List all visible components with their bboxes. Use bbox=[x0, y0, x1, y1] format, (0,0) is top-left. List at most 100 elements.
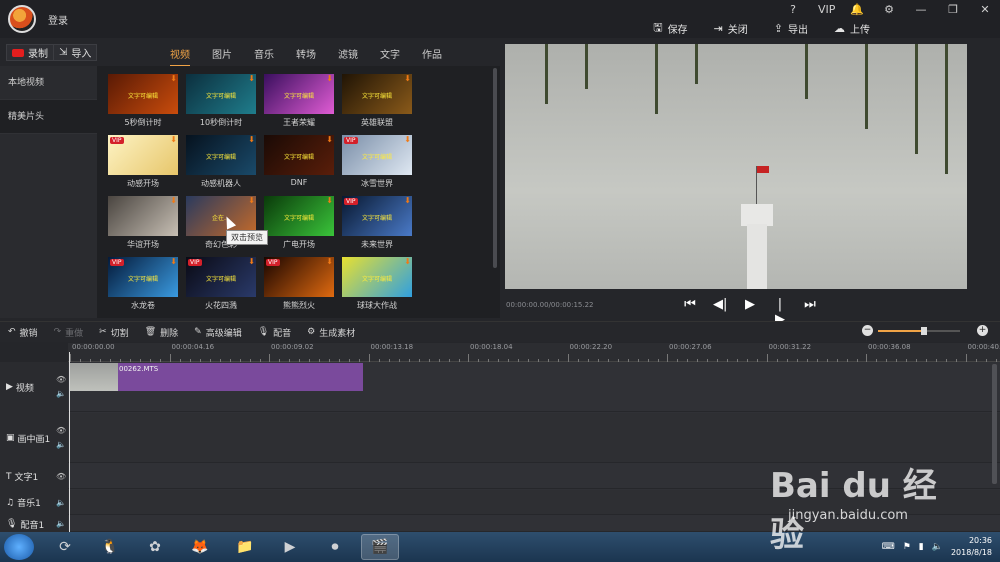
tab-5[interactable]: 文字 bbox=[380, 46, 400, 67]
download-icon[interactable]: ⬇ bbox=[170, 257, 177, 266]
download-icon[interactable]: ⬇ bbox=[170, 196, 177, 205]
template-tile[interactable]: VIP 文字可编辑 ⬇ 未来世界 bbox=[342, 196, 412, 250]
clock[interactable]: 20:36 2018/8/18 bbox=[951, 535, 992, 559]
playhead[interactable] bbox=[69, 352, 70, 532]
download-icon[interactable]: ⬇ bbox=[404, 257, 411, 266]
track-lane[interactable] bbox=[68, 413, 1000, 463]
template-tile[interactable]: 文字可编辑 ⬇ DNF bbox=[264, 135, 334, 187]
undo-button[interactable]: ↶ 撤销 bbox=[8, 326, 38, 339]
download-icon[interactable]: ⬇ bbox=[404, 135, 411, 144]
nav-item-0[interactable]: 本地视频 bbox=[0, 66, 97, 100]
template-tile[interactable]: VIP 文字可编辑 ⬇ 火花四溅 bbox=[186, 257, 256, 311]
network-icon[interactable]: ▮ bbox=[919, 542, 924, 552]
mute-icon[interactable]: 🔈 bbox=[56, 389, 66, 398]
template-tile[interactable]: 文字可编辑 ⬇ 王者荣耀 bbox=[264, 74, 334, 128]
tab-0[interactable]: 视频 bbox=[170, 46, 190, 67]
template-tile[interactable]: 文字可编辑 ⬇ 球球大作战 bbox=[342, 257, 412, 311]
edit-button[interactable]: ✎ 高级编辑 bbox=[194, 326, 242, 339]
tab-6[interactable]: 作品 bbox=[422, 46, 442, 67]
template-thumbnail: VIP ⬇ bbox=[108, 135, 178, 175]
timeline-ruler[interactable]: 00:00:00.00 00:00:04.16 00:00:09.02 00:00:1… bbox=[68, 343, 1000, 362]
tab-3[interactable]: 转场 bbox=[296, 46, 316, 67]
firefox-icon[interactable]: 🦊 bbox=[181, 534, 219, 560]
record-button[interactable]: 录制 bbox=[6, 44, 54, 61]
zoom-out-button[interactable]: − bbox=[862, 325, 873, 336]
login-link[interactable]: 登录 bbox=[48, 12, 68, 27]
import-icon: ⇲ bbox=[59, 47, 68, 58]
generate-button[interactable]: ⚙ 生成素材 bbox=[307, 326, 355, 339]
video-app-icon[interactable]: ▶ bbox=[271, 534, 309, 560]
media-player-icon[interactable]: ✿ bbox=[136, 534, 174, 560]
folder-icon[interactable]: 📁 bbox=[226, 534, 264, 560]
save-button[interactable]: 🖫 保存 bbox=[653, 19, 687, 38]
vip-badge: VIP bbox=[344, 198, 358, 205]
delete-button[interactable]: 🗑 删除 bbox=[145, 326, 178, 339]
restore-icon[interactable]: ❐ bbox=[946, 3, 960, 16]
download-icon[interactable]: ⬇ bbox=[404, 196, 411, 205]
media-tabs: 视频 图片 音乐 转场 滤镜 文字 作品 bbox=[170, 46, 442, 67]
upload-button[interactable]: ☁ 上传 bbox=[834, 19, 870, 38]
flag-icon[interactable]: ⚑ bbox=[903, 542, 911, 552]
download-icon[interactable]: ⬇ bbox=[326, 257, 333, 266]
download-icon[interactable]: ⬇ bbox=[170, 74, 177, 83]
tab-4[interactable]: 滤镜 bbox=[338, 46, 358, 67]
timeline-scrollbar[interactable] bbox=[992, 364, 997, 484]
download-icon[interactable]: ⬇ bbox=[248, 74, 255, 83]
template-tile[interactable]: VIP ⬇ 动感开场 bbox=[108, 135, 178, 189]
gear-icon[interactable]: ⚙ bbox=[882, 3, 896, 16]
template-tile[interactable]: 文字可编辑 ⬇ 英雄联盟 bbox=[342, 74, 412, 128]
template-tile[interactable]: 文字可编辑 ⬇ 10秒倒计时 bbox=[186, 74, 256, 128]
vip-icon[interactable]: VIP bbox=[818, 3, 835, 16]
mute-icon[interactable]: 🔈 bbox=[56, 519, 66, 528]
bell-icon[interactable]: 🔔 bbox=[850, 3, 864, 16]
cut-button[interactable]: ✂ 切割 bbox=[99, 326, 129, 339]
visibility-icon[interactable]: 👁 bbox=[56, 472, 66, 481]
template-tile[interactable]: VIP ⬇ 熊熊烈火 bbox=[264, 257, 334, 311]
track-lane[interactable] bbox=[68, 464, 1000, 489]
zoom-slider-handle[interactable] bbox=[920, 327, 927, 335]
start-button[interactable] bbox=[4, 534, 34, 560]
qq-icon[interactable]: 🐧 bbox=[91, 534, 129, 560]
recorder-icon[interactable]: ⏺ bbox=[316, 534, 354, 560]
download-icon[interactable]: ⬇ bbox=[248, 257, 255, 266]
template-label: 熊熊烈火 bbox=[283, 301, 315, 310]
template-tile[interactable]: 文字可编辑 ⬇ 动感机器人 bbox=[186, 135, 256, 189]
keyboard-icon[interactable]: ⌨ bbox=[882, 542, 895, 552]
download-icon[interactable]: ⬇ bbox=[326, 196, 333, 205]
download-icon[interactable]: ⬇ bbox=[248, 196, 255, 205]
download-icon[interactable]: ⬇ bbox=[326, 135, 333, 144]
tab-2[interactable]: 音乐 bbox=[254, 46, 274, 67]
download-icon[interactable]: ⬇ bbox=[170, 135, 177, 144]
template-scrollbar[interactable] bbox=[493, 68, 497, 268]
video-preview[interactable] bbox=[505, 44, 967, 289]
template-tile[interactable]: 文字可编辑 ⬇ 广电开场 bbox=[264, 196, 334, 250]
nav-item-1[interactable]: 精美片头 bbox=[0, 100, 97, 134]
close-icon[interactable]: ✕ bbox=[978, 3, 992, 16]
track-lane[interactable] bbox=[68, 516, 1000, 532]
mute-icon[interactable]: 🔈 bbox=[56, 498, 66, 507]
template-tile[interactable]: VIP 文字可编辑 ⬇ 水龙卷 bbox=[108, 257, 178, 311]
mute-icon[interactable]: 🔈 bbox=[56, 440, 66, 449]
export-button[interactable]: ⇪ 导出 bbox=[774, 19, 808, 38]
template-tile[interactable]: ⬇ 华谊开场 bbox=[108, 196, 178, 250]
help-icon[interactable]: ? bbox=[786, 3, 800, 16]
download-icon[interactable]: ⬇ bbox=[404, 74, 411, 83]
template-tile[interactable]: 文字可编辑 ⬇ 5秒倒计时 bbox=[108, 74, 178, 128]
clock-time: 20:36 bbox=[968, 536, 992, 545]
visibility-icon[interactable]: 👁 bbox=[56, 375, 66, 384]
template-tile[interactable]: VIP 文字可编辑 ⬇ 冰雪世界 bbox=[342, 135, 412, 189]
track-lane[interactable] bbox=[68, 490, 1000, 515]
download-icon[interactable]: ⬇ bbox=[326, 74, 333, 83]
close-file-button[interactable]: ⇥ 关闭 bbox=[714, 19, 748, 38]
redo-button[interactable]: ↷ 重做 bbox=[54, 326, 84, 339]
visibility-icon[interactable]: 👁 bbox=[56, 426, 66, 435]
zoom-in-button[interactable]: + bbox=[977, 325, 988, 336]
mic-button[interactable]: 🎙 配音 bbox=[258, 326, 291, 339]
import-button[interactable]: ⇲ 导入 bbox=[53, 44, 98, 61]
minimize-icon[interactable]: — bbox=[914, 3, 928, 16]
tab-1[interactable]: 图片 bbox=[212, 46, 232, 67]
volume-icon[interactable]: 🔈 bbox=[932, 542, 943, 552]
editor-app-icon[interactable]: 🎬 bbox=[361, 534, 399, 560]
download-icon[interactable]: ⬇ bbox=[248, 135, 255, 144]
app-360-icon[interactable]: ⟳ bbox=[46, 534, 84, 560]
